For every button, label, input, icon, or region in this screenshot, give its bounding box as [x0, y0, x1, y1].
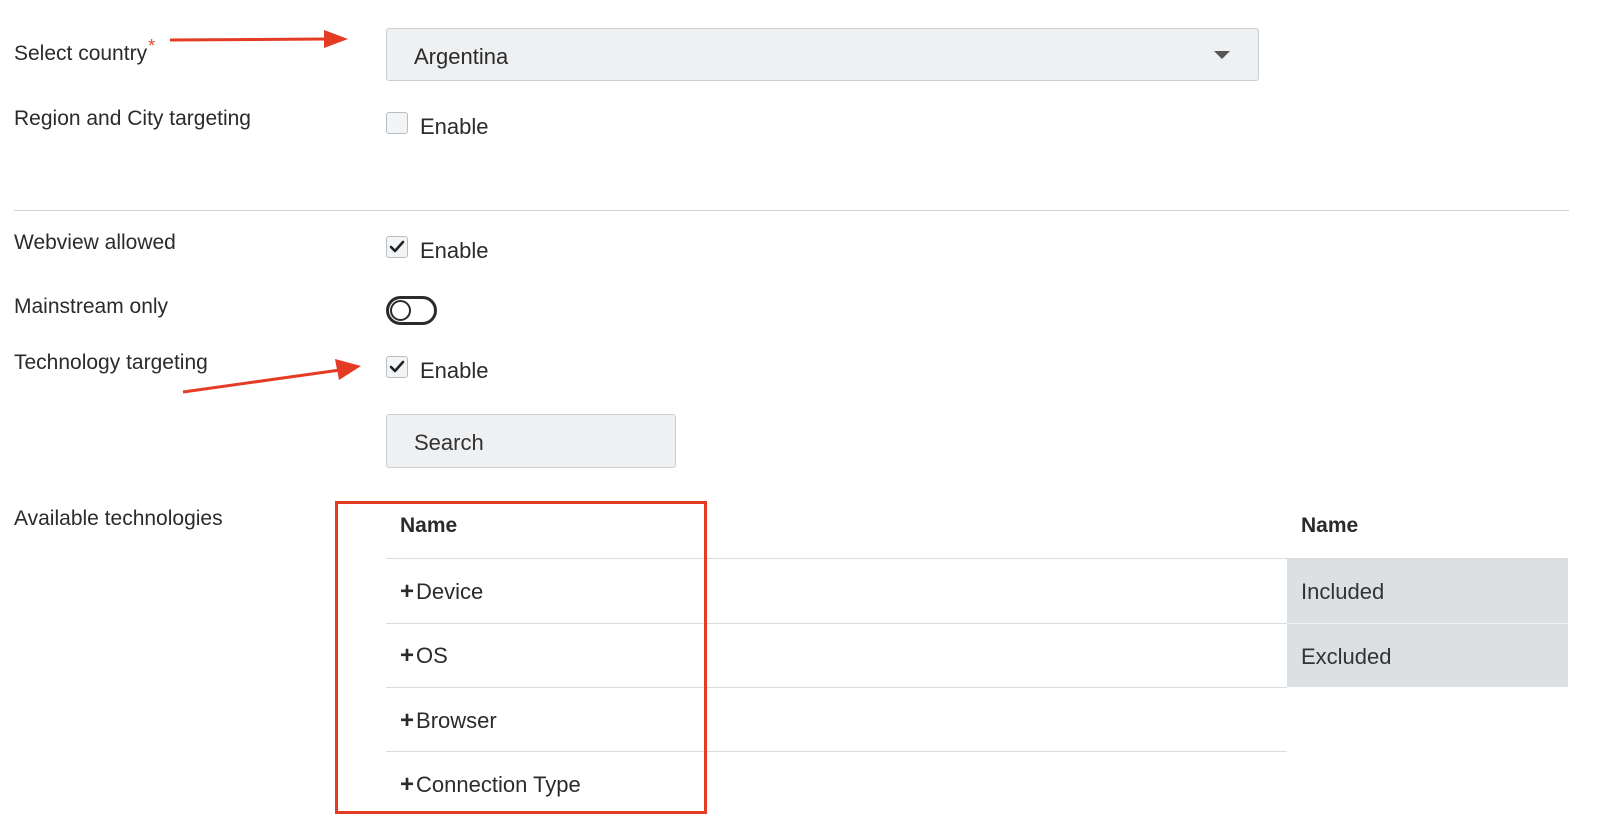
available-technologies-label: Available technologies	[14, 507, 223, 530]
checkmark-icon	[389, 240, 405, 253]
region-city-enable-label: Enable	[420, 114, 489, 139]
technology-search-input[interactable]: Search	[386, 414, 676, 468]
technology-targeting-checkbox[interactable]	[386, 356, 408, 378]
toggle-knob	[390, 300, 411, 321]
mainstream-toggle[interactable]	[386, 296, 437, 325]
select-country-label: Select country*	[14, 36, 156, 65]
selected-row-excluded[interactable]: Excluded	[1287, 624, 1568, 687]
selected-row-included[interactable]: Included	[1287, 559, 1568, 623]
search-placeholder: Search	[414, 430, 484, 455]
selected-name-header: Name	[1301, 514, 1359, 537]
country-select-value: Argentina	[414, 44, 509, 69]
row-divider	[1287, 623, 1568, 624]
required-asterisk: *	[148, 36, 156, 56]
region-city-checkbox[interactable]	[386, 112, 408, 134]
mainstream-label: Mainstream only	[14, 295, 169, 318]
chevron-down-icon	[1214, 51, 1230, 59]
webview-enable-label: Enable	[420, 238, 489, 263]
checkmark-icon	[389, 360, 405, 373]
webview-label: Webview allowed	[14, 231, 176, 254]
country-select[interactable]: Argentina	[386, 28, 1259, 81]
technology-enable-label: Enable	[420, 358, 489, 383]
webview-checkbox[interactable]	[386, 236, 408, 258]
region-city-label: Region and City targeting	[14, 107, 251, 130]
annotation-highlight-box	[335, 501, 707, 814]
selected-row-label: Excluded	[1301, 644, 1392, 669]
technology-targeting-label: Technology targeting	[14, 351, 208, 374]
annotation-arrow-technology	[182, 359, 361, 394]
selected-row-label: Included	[1301, 579, 1385, 604]
annotation-arrow-country	[169, 30, 348, 48]
section-divider	[14, 210, 1569, 211]
